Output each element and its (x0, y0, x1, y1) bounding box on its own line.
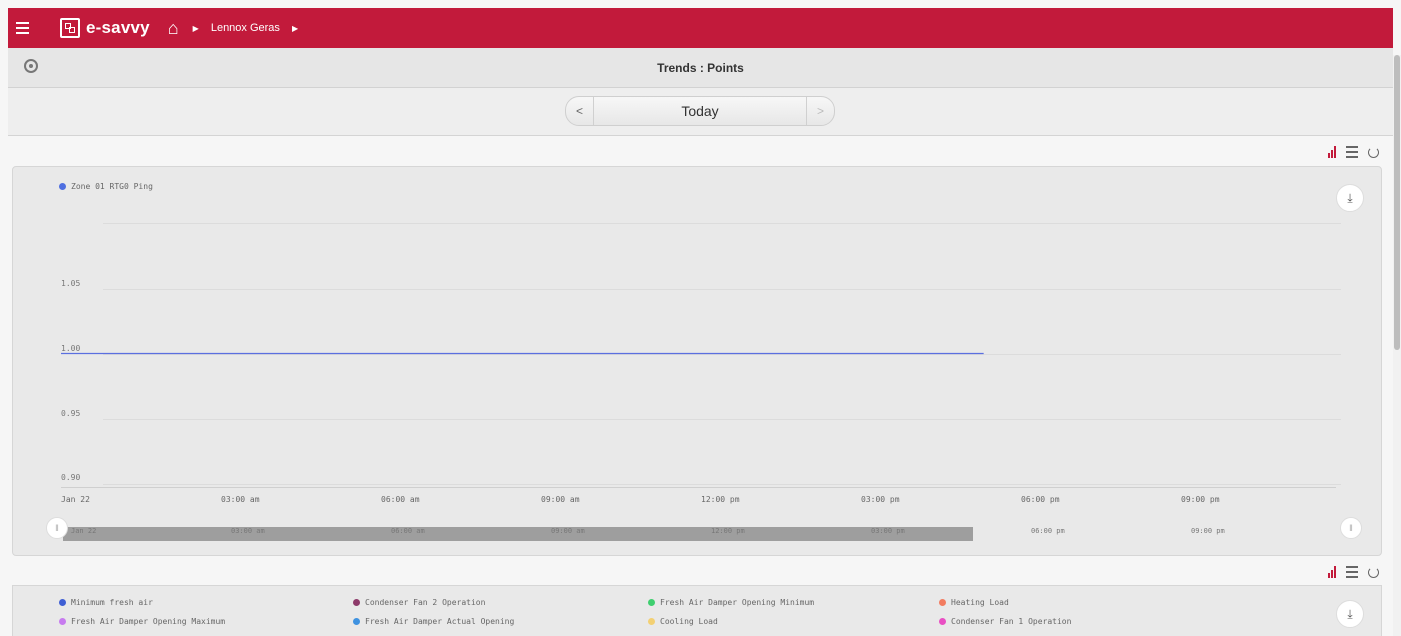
title-bar: Trends : Points (8, 48, 1393, 88)
list-icon[interactable] (1346, 566, 1358, 578)
legend-label: Fresh Air Damper Opening Minimum (660, 598, 815, 607)
legend-label: Minimum fresh air (71, 598, 153, 607)
navigator-tick: 06:00 pm (1031, 527, 1065, 535)
navigator-tick: 03:00 pm (871, 527, 905, 535)
legend-label: Fresh Air Damper Actual Opening (365, 617, 515, 626)
next-day-button[interactable]: > (806, 97, 834, 125)
menu-icon[interactable] (16, 22, 46, 34)
navigator-tick: 09:00 pm (1191, 527, 1225, 535)
legend-item[interactable]: Cooling Load (648, 617, 718, 626)
plot-area (61, 352, 984, 355)
legend-label: Cooling Load (660, 617, 718, 626)
range-navigator[interactable]: Jan 22 03:00 am 06:00 am 09:00 am 12:00 … (63, 525, 1325, 543)
chevron-right-icon: ▶ (192, 23, 199, 33)
legend-item[interactable]: Fresh Air Damper Actual Opening (353, 617, 514, 626)
date-navigator: < Today > (565, 96, 835, 126)
date-bar: < Today > (8, 88, 1393, 136)
x-tick-label: 06:00 pm (1021, 495, 1060, 504)
legend-item[interactable]: Condenser Fan 2 Operation (353, 598, 485, 607)
navigator-tick: 06:00 am (391, 527, 425, 535)
legend-item[interactable]: Fresh Air Damper Opening Minimum (648, 598, 814, 607)
legend-item[interactable]: Condenser Fan 1 Operation (939, 617, 1071, 626)
legend-item[interactable]: Minimum fresh air (59, 598, 153, 607)
page-title: Trends : Points (657, 61, 744, 75)
x-tick-label: Jan 22 (61, 495, 90, 504)
download-icon[interactable]: ⤓ (1336, 600, 1364, 628)
refresh-icon[interactable] (1368, 146, 1379, 158)
chevron-right-icon: ▶ (291, 23, 299, 33)
navigator-right-handle[interactable]: ‖ (1340, 517, 1362, 539)
bar-chart-icon[interactable] (1328, 146, 1336, 158)
breadcrumb-site[interactable]: Lennox Geras (211, 22, 280, 34)
legend-label: Fresh Air Damper Opening Maximum (71, 617, 226, 626)
legend-item[interactable]: Heating Load (939, 598, 1009, 607)
refresh-icon[interactable] (1368, 566, 1379, 578)
x-tick-label: 03:00 pm (861, 495, 900, 504)
scrollbar-thumb[interactable] (1394, 55, 1400, 350)
page-scrollbar[interactable] (1393, 55, 1401, 636)
trend-chart: Zone 01 RTG0 Ping ⤓ 1.05 1.00 0.95 0.90 … (12, 166, 1382, 556)
navigator-tick: 12:00 pm (711, 527, 745, 535)
x-tick-label: 06:00 am (381, 495, 420, 504)
chart-toolbar (1328, 146, 1379, 158)
x-tick-label: 03:00 am (221, 495, 260, 504)
x-axis (61, 487, 1336, 488)
legend-label: Condenser Fan 1 Operation (951, 617, 1072, 626)
navigator-tick: Jan 22 (71, 527, 97, 535)
legend-label: Heating Load (951, 598, 1009, 607)
date-label[interactable]: Today (594, 103, 806, 119)
x-tick-label: 09:00 pm (1181, 495, 1220, 504)
navigator-tick: 03:00 am (231, 527, 265, 535)
x-tick-label: 09:00 am (541, 495, 580, 504)
previous-day-button[interactable]: < (566, 97, 594, 125)
x-tick-label: 12:00 pm (701, 495, 740, 504)
brand-name[interactable]: e-savvy (86, 18, 150, 38)
bar-chart-icon[interactable] (1328, 566, 1336, 578)
navigator-selection[interactable] (63, 527, 973, 541)
top-navigation-bar: e-savvy ⌂ ▶ Lennox Geras ▶ (8, 8, 1393, 48)
legend-panel: Minimum fresh air Condenser Fan 2 Operat… (12, 585, 1382, 636)
list-icon[interactable] (1346, 146, 1358, 158)
logo-icon (60, 18, 80, 38)
navigator-tick: 09:00 am (551, 527, 585, 535)
navigator-left-handle[interactable]: ‖ (46, 517, 68, 539)
chart-toolbar-secondary (1328, 566, 1379, 578)
home-icon[interactable]: ⌂ (168, 19, 179, 37)
legend-item[interactable]: Fresh Air Damper Opening Maximum (59, 617, 225, 626)
legend-label: Condenser Fan 2 Operation (365, 598, 486, 607)
